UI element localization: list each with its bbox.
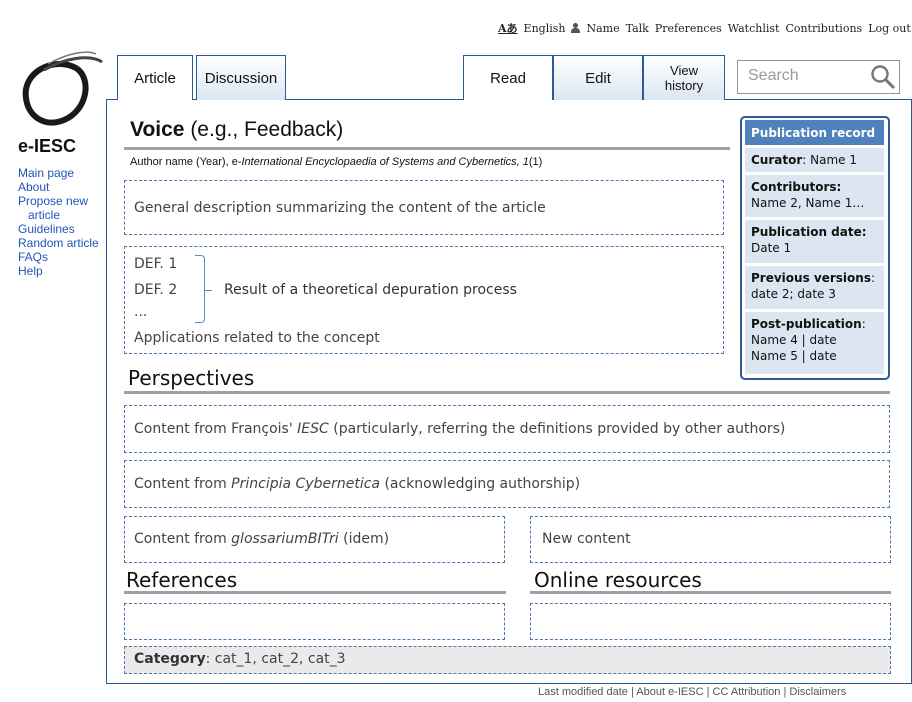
references-divider bbox=[124, 591, 506, 594]
search-placeholder: Search bbox=[748, 67, 799, 84]
citation: Author name (Year), e-International Ency… bbox=[130, 156, 542, 168]
references-box bbox=[124, 603, 505, 640]
post-publication-label: Post-publication bbox=[751, 317, 862, 331]
pubdate-value: Date 1 bbox=[751, 241, 792, 255]
title-divider bbox=[124, 147, 730, 150]
publication-record-previous: Previous versions: date 2; date 3 bbox=[745, 266, 884, 309]
definition-1: DEF. 1 bbox=[134, 256, 178, 272]
principia-pre: Content from bbox=[134, 476, 227, 492]
perspectives-heading: Perspectives bbox=[128, 366, 255, 390]
tab-discussion[interactable]: Discussion bbox=[196, 55, 286, 100]
francois-post: (particularly, referring the definitions… bbox=[333, 421, 786, 437]
sidebar-item-random-article[interactable]: Random article bbox=[18, 236, 99, 250]
tab-view-history-line2: history bbox=[664, 78, 704, 93]
footer-about[interactable]: About e-IESC bbox=[636, 686, 703, 698]
watchlist-link[interactable]: Watchlist bbox=[728, 22, 780, 35]
search-icon[interactable] bbox=[870, 64, 896, 90]
sidebar-item-propose-new-article-cont[interactable]: article bbox=[18, 208, 99, 222]
post-publication-value-1: Name 4 | date bbox=[751, 333, 837, 347]
online-resources-box bbox=[530, 603, 891, 640]
citation-issue: (1) bbox=[528, 156, 543, 168]
previous-versions-label: Previous versions bbox=[751, 271, 871, 285]
pubdate-label: Publication date bbox=[751, 225, 862, 239]
curator-label: Curator bbox=[751, 153, 803, 167]
sidebar-item-propose-new-article[interactable]: Propose new bbox=[18, 194, 99, 208]
previous-versions-value: date 2; date 3 bbox=[751, 287, 836, 301]
publication-record-post: Post-publication: Name 4 | date Name 5 |… bbox=[745, 312, 884, 374]
francois-italic: IESC bbox=[297, 421, 329, 437]
tab-read[interactable]: Read bbox=[463, 55, 553, 100]
contributors-value: Name 2, Name 1… bbox=[751, 196, 865, 210]
post-publication-value-2: Name 5 | date bbox=[751, 349, 837, 363]
footer-license[interactable]: CC Attribution bbox=[713, 686, 781, 698]
sidebar-item-about[interactable]: About bbox=[18, 180, 99, 194]
category-values[interactable]: : cat_1, cat_2, cat_3 bbox=[206, 651, 346, 667]
principia-post: (acknowledging authorship) bbox=[384, 476, 581, 492]
definition-ellipsis: ... bbox=[134, 304, 148, 320]
publication-record-date: Publication date: Date 1 bbox=[745, 220, 884, 263]
tab-view-history-line1: View bbox=[670, 63, 698, 78]
personal-toolbar: Aあ English Name Talk Preferences Watchli… bbox=[498, 20, 911, 36]
contributions-link[interactable]: Contributions bbox=[785, 22, 862, 35]
contributors-label: Contributors bbox=[751, 180, 837, 194]
glossarium-pre: Content from bbox=[134, 531, 227, 547]
sidebar-item-main-page[interactable]: Main page bbox=[18, 166, 99, 180]
citation-prefix: Author name (Year), e- bbox=[130, 156, 242, 168]
logout-link[interactable]: Log out bbox=[868, 22, 911, 35]
francois-text: Content from François' IESC (particularl… bbox=[134, 421, 785, 437]
glossarium-italic: glossariumBITri bbox=[231, 531, 339, 547]
category-text: Category: cat_1, cat_2, cat_3 bbox=[134, 651, 346, 667]
username-link[interactable]: Name bbox=[586, 22, 619, 35]
talk-link[interactable]: Talk bbox=[626, 22, 649, 35]
tab-article[interactable]: Article bbox=[117, 55, 193, 100]
definition-2: DEF. 2 bbox=[134, 282, 178, 298]
glossarium-post: (idem) bbox=[343, 531, 390, 547]
footer-last-modified: Last modified date bbox=[538, 686, 628, 698]
site-logo[interactable] bbox=[14, 50, 104, 130]
page-title-bold: Voice bbox=[130, 118, 185, 141]
definition-result-text: Result of a theoretical depuration proce… bbox=[224, 282, 517, 298]
publication-record-contributors: Contributors: Name 2, Name 1… bbox=[745, 175, 884, 217]
francois-pre: Content from François' bbox=[134, 421, 293, 437]
footer: Last modified date | About e-IESC | CC A… bbox=[538, 686, 847, 698]
publication-record-curator: Curator: Name 1 bbox=[745, 148, 884, 172]
description-text: General description summarizing the cont… bbox=[134, 200, 546, 216]
applications-text: Applications related to the concept bbox=[134, 330, 380, 346]
language-icon[interactable]: Aあ bbox=[498, 20, 518, 36]
category-label: Category bbox=[134, 651, 206, 667]
sidebar-item-help[interactable]: Help bbox=[18, 264, 99, 278]
definitions-brace-tick bbox=[205, 290, 212, 291]
curator-value: : Name 1 bbox=[802, 153, 857, 167]
principia-italic: Principia Cybernetica bbox=[231, 476, 380, 492]
language-link[interactable]: English bbox=[524, 22, 566, 35]
references-heading: References bbox=[126, 568, 238, 592]
principia-text: Content from Principia Cybernetica (ackn… bbox=[134, 476, 580, 492]
new-content-text: New content bbox=[542, 531, 631, 547]
online-resources-heading: Online resources bbox=[534, 568, 702, 592]
citation-journal: International Encyclopaedia of Systems a… bbox=[241, 156, 529, 168]
sidebar-nav: Main page About Propose new article Guid… bbox=[18, 166, 99, 278]
definitions-brace bbox=[195, 255, 205, 323]
page-title: Voice (e.g., Feedback) bbox=[130, 118, 343, 142]
online-resources-divider bbox=[530, 591, 891, 594]
preferences-link[interactable]: Preferences bbox=[655, 22, 722, 35]
sidebar-item-guidelines[interactable]: Guidelines bbox=[18, 222, 99, 236]
page-title-rest: (e.g., Feedback) bbox=[190, 118, 344, 141]
sidebar-item-faqs[interactable]: FAQs bbox=[18, 250, 99, 264]
footer-disclaimers[interactable]: Disclaimers bbox=[789, 686, 846, 698]
user-icon bbox=[571, 23, 581, 33]
glossarium-text: Content from glossariumBITri (idem) bbox=[134, 531, 389, 547]
site-name: e-IESC bbox=[18, 136, 77, 156]
tab-edit[interactable]: Edit bbox=[553, 55, 643, 100]
perspectives-divider bbox=[124, 391, 890, 394]
tab-view-history[interactable]: View history bbox=[643, 55, 725, 100]
publication-record-header: Publication record bbox=[745, 120, 884, 145]
